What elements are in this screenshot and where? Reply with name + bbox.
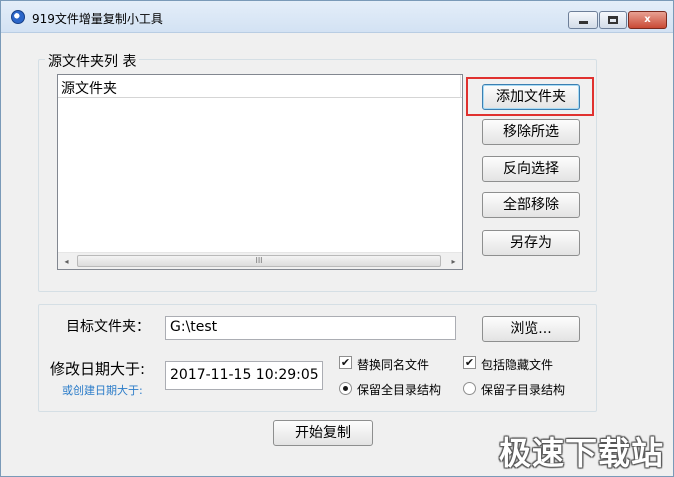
- scroll-left-arrow-icon[interactable]: ◂: [58, 253, 75, 270]
- remove-all-button[interactable]: 全部移除: [482, 192, 580, 218]
- scrollbar-thumb[interactable]: III: [77, 255, 441, 267]
- created-date-label: 或创建日期大于:: [62, 384, 143, 397]
- keep-sub-structure-label[interactable]: 保留子目录结构: [481, 381, 565, 398]
- horizontal-scrollbar[interactable]: ◂ III ▸: [58, 252, 462, 269]
- target-folder-input[interactable]: G:\test: [165, 316, 456, 340]
- minimize-button[interactable]: [568, 11, 598, 29]
- source-folder-group-title: 源文件夹列 表: [45, 51, 140, 71]
- minimize-icon: [578, 21, 588, 24]
- maximize-icon: [608, 16, 618, 24]
- app-logo-icon: [11, 10, 25, 24]
- start-copy-button[interactable]: 开始复制: [273, 420, 373, 446]
- browse-button[interactable]: 浏览...: [482, 316, 580, 342]
- add-folder-button[interactable]: 添加文件夹: [482, 84, 580, 110]
- keep-full-structure-label[interactable]: 保留全目录结构: [357, 381, 441, 398]
- replace-same-name-label[interactable]: 替换同名文件: [357, 356, 429, 373]
- scrollbar-grip-icon: III: [255, 256, 263, 265]
- include-hidden-label[interactable]: 包括隐藏文件: [481, 356, 553, 373]
- date-input[interactable]: 2017-11-15 10:29:05: [165, 361, 323, 390]
- column-divider[interactable]: [460, 75, 461, 98]
- watermark-logo: 极速下载站: [499, 434, 665, 472]
- save-as-button[interactable]: 另存为: [482, 230, 580, 256]
- invert-selection-button[interactable]: 反向选择: [482, 156, 580, 182]
- radio-selected-dot: [343, 386, 348, 391]
- column-header-source-folder: 源文件夹: [61, 81, 117, 97]
- scroll-right-arrow-icon[interactable]: ▸: [445, 253, 462, 270]
- target-folder-label: 目标文件夹：: [66, 319, 150, 335]
- include-hidden-checkbox[interactable]: ✔: [463, 356, 476, 369]
- window-title: 919文件增量复制小工具: [32, 12, 163, 26]
- checkmark-icon: ✔: [340, 356, 351, 369]
- close-button[interactable]: x: [628, 11, 667, 29]
- keep-full-structure-radio[interactable]: [339, 382, 352, 395]
- app-window: 919文件增量复制小工具 x 源文件夹列 表 源文件夹 ◂ III ▸ 添加文件…: [0, 0, 674, 477]
- checkmark-icon: ✔: [464, 356, 475, 369]
- close-icon: x: [644, 14, 651, 25]
- maximize-button[interactable]: [599, 11, 627, 29]
- replace-same-name-checkbox[interactable]: ✔: [339, 356, 352, 369]
- title-bar[interactable]: 919文件增量复制小工具 x: [1, 1, 673, 33]
- remove-selected-button[interactable]: 移除所选: [482, 119, 580, 145]
- list-column-header[interactable]: 源文件夹: [58, 75, 462, 98]
- source-folder-list[interactable]: 源文件夹 ◂ III ▸: [57, 74, 463, 270]
- keep-sub-structure-radio[interactable]: [463, 382, 476, 395]
- modified-date-label: 修改日期大于:: [50, 360, 146, 378]
